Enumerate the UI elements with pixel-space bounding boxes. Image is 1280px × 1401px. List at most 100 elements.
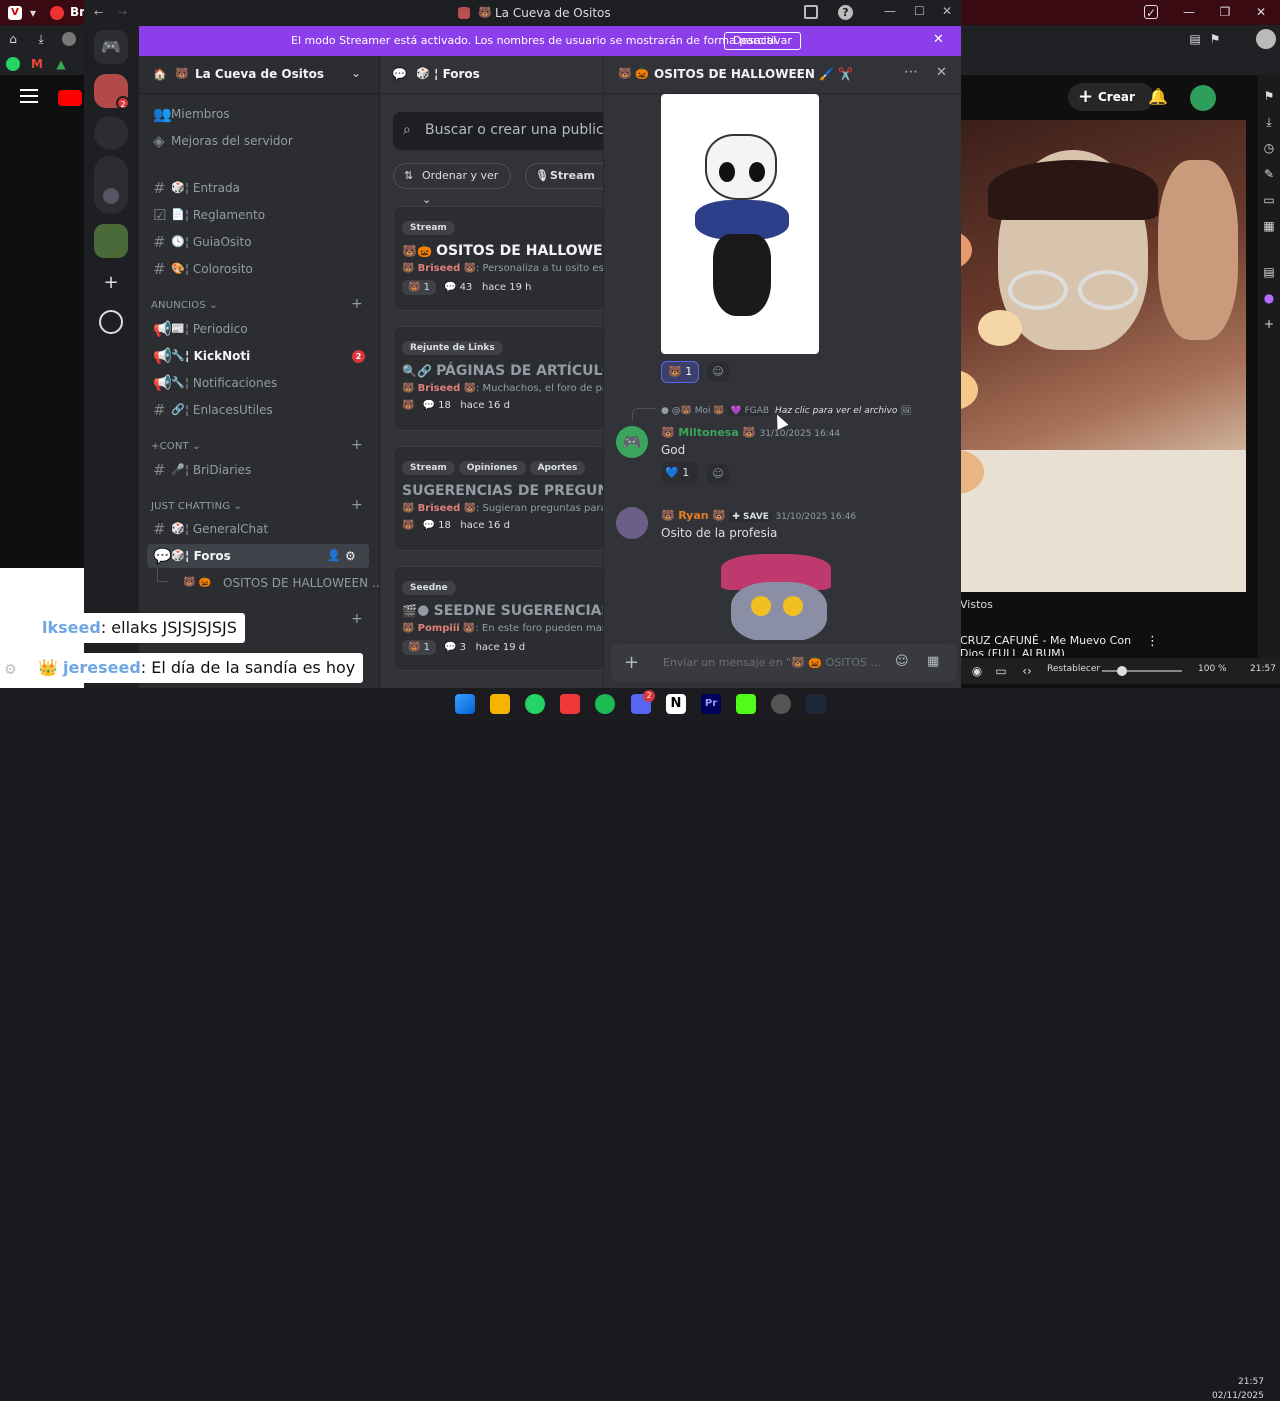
- explore-icon[interactable]: [99, 310, 123, 334]
- steam-icon[interactable]: [806, 694, 826, 714]
- server-icon[interactable]: [94, 116, 128, 150]
- server-icon[interactable]: [103, 188, 119, 204]
- discord-home-icon[interactable]: 🎮: [94, 30, 128, 64]
- maximize-icon[interactable]: ☐: [914, 4, 925, 18]
- category-cont[interactable]: +CONT ⌄: [151, 441, 201, 452]
- extension-icon[interactable]: [62, 32, 76, 46]
- close-banner-icon[interactable]: ✕: [933, 32, 944, 47]
- code-icon[interactable]: ‹›: [1020, 664, 1034, 678]
- zoom-slider[interactable]: [1102, 666, 1182, 676]
- sort-button[interactable]: ⇅ Ordenar y ver ⌄: [393, 163, 511, 206]
- add-channel-icon[interactable]: +: [351, 497, 363, 513]
- forum-post[interactable]: Seedne 🎬🌑 SEEDNE SUGERENCIAS 🐻 Pompiii 🐻…: [393, 566, 605, 671]
- server-header[interactable]: 🏠 🐻 La Cueva de Ositos ⌄: [139, 56, 379, 94]
- more-options-icon[interactable]: ⋮: [1146, 634, 1159, 649]
- add-channel-icon[interactable]: +: [351, 296, 363, 312]
- boosts-item[interactable]: ◈ Mejoras del servidor: [147, 129, 369, 153]
- spotify-icon[interactable]: [595, 694, 615, 714]
- forum-search[interactable]: ⌕ Buscar o crear una publicación: [393, 112, 605, 150]
- reaction-pill[interactable]: 🐻 1: [661, 361, 699, 383]
- forum-post[interactable]: Rejunte de Links 🔍🔗 PÁGINAS DE ARTÍCULOS…: [393, 326, 605, 431]
- channel-guiaosito[interactable]: # 🕓 ¦ GuiaOsito: [147, 230, 369, 254]
- create-button[interactable]: + Crear: [1068, 83, 1154, 111]
- zoom-slider-handle[interactable]: [1117, 666, 1127, 676]
- window-icon[interactable]: ▭: [1262, 193, 1276, 207]
- channel-generalchat[interactable]: # 🎲 ¦ GeneralChat: [147, 517, 369, 541]
- profile-avatar[interactable]: [1256, 29, 1276, 49]
- bookmark-panel-icon[interactable]: ⚑: [1262, 89, 1276, 103]
- channel-notificaciones[interactable]: 📢 🔧 ¦ Notificaciones: [147, 371, 369, 395]
- history-icon[interactable]: ◷: [1262, 141, 1276, 155]
- add-channel-icon[interactable]: +: [351, 437, 363, 453]
- add-reaction-icon[interactable]: ☺: [707, 362, 729, 382]
- add-server-icon[interactable]: +: [94, 272, 128, 294]
- emoji-icon[interactable]: ☺: [895, 654, 909, 669]
- user-avatar[interactable]: 🎮: [616, 426, 648, 458]
- category-just-chatting[interactable]: JUST CHATTING ⌄: [151, 501, 242, 512]
- tile-icon[interactable]: ▭: [994, 664, 1008, 678]
- chevron-down-icon[interactable]: ▾: [26, 6, 40, 20]
- gmail-icon[interactable]: M: [30, 57, 44, 71]
- add-panel-icon[interactable]: +: [1262, 317, 1276, 331]
- kick-icon[interactable]: [736, 694, 756, 714]
- download-icon[interactable]: ⤓: [34, 32, 48, 46]
- youtube-logo-icon[interactable]: [58, 90, 82, 106]
- minimize-icon[interactable]: —: [1182, 5, 1196, 19]
- close-thread-icon[interactable]: ✕: [936, 65, 947, 80]
- add-reaction-icon[interactable]: ☺: [707, 464, 729, 484]
- reader-panel-icon[interactable]: ▤: [1262, 265, 1276, 279]
- sticker-image[interactable]: [701, 544, 851, 640]
- user-avatar[interactable]: [616, 507, 648, 539]
- disable-streamer-button[interactable]: Desactivar: [724, 32, 801, 50]
- shield-check-icon[interactable]: ✓: [1144, 5, 1158, 20]
- channel-bridiaries[interactable]: # 🎤 ¦ BriDiaries: [147, 458, 369, 482]
- thread-item[interactable]: 🐻 🎃 OSITOS DE HALLOWEEN ...: [147, 571, 383, 595]
- channel-periodico[interactable]: 📢 📰 ¦ Periodico: [147, 317, 369, 341]
- maximize-icon[interactable]: ❐: [1218, 5, 1232, 19]
- file-explorer-icon[interactable]: [490, 694, 510, 714]
- filter-tag-stream[interactable]: 🎙 Stream: [525, 163, 607, 189]
- notion-icon[interactable]: N: [666, 694, 686, 714]
- add-attachment-icon[interactable]: +: [624, 652, 639, 673]
- server-folder[interactable]: [94, 156, 128, 214]
- help-icon[interactable]: ?: [838, 5, 853, 20]
- message-composer[interactable]: + Enviar un mensaje en "🐻 🎃 OSITOS ... ☺…: [611, 644, 957, 682]
- vivaldi-icon[interactable]: V: [8, 6, 22, 20]
- reader-icon[interactable]: ▤: [1188, 32, 1202, 46]
- whatsapp-icon[interactable]: [525, 694, 545, 714]
- channel-kicknoti[interactable]: 📢 🔧 ¦ KickNoti 2: [147, 344, 369, 368]
- gear-icon[interactable]: ⚙: [345, 544, 356, 568]
- channel-colorosito[interactable]: # 🎨 ¦ Colorosito: [147, 257, 369, 281]
- close-icon[interactable]: ✕: [1254, 5, 1268, 19]
- forum-post[interactable]: Stream Opiniones Aportes SUGERENCIAS DE PR…: [393, 446, 605, 551]
- whatsapp-icon[interactable]: [6, 57, 20, 71]
- camera-icon[interactable]: ◉: [970, 664, 984, 678]
- server-folder-2[interactable]: [94, 224, 128, 258]
- forum-post[interactable]: Stream 🐻🎃 OSITOS DE HALLOWEEN 🐻 Briseed …: [393, 206, 605, 311]
- channel-entrada[interactable]: # 🎲 ¦ Entrada: [147, 176, 369, 200]
- chevron-down-icon[interactable]: ⌄: [351, 66, 361, 80]
- channel-reglamento[interactable]: ☑ 📄 ¦ Reglamento: [147, 203, 369, 227]
- menu-icon[interactable]: [20, 89, 38, 103]
- close-icon[interactable]: ✕: [942, 4, 952, 18]
- server-icon-cueva[interactable]: 2: [94, 74, 130, 110]
- home-icon[interactable]: ⌂: [6, 32, 20, 46]
- back-icon[interactable]: ←: [94, 6, 103, 19]
- discord-icon[interactable]: 2: [631, 690, 655, 714]
- obs-icon[interactable]: [771, 694, 791, 714]
- more-icon[interactable]: ⋯: [904, 64, 918, 80]
- extension-panel-icon[interactable]: ●: [1262, 291, 1276, 305]
- bookmark-icon[interactable]: ⚑: [1208, 32, 1222, 46]
- forward-icon[interactable]: →: [118, 6, 127, 19]
- reset-zoom[interactable]: Restablecer: [1047, 664, 1100, 674]
- download-panel-icon[interactable]: ⤓: [1262, 115, 1276, 129]
- add-channel-icon[interactable]: +: [351, 611, 363, 627]
- channel-foros[interactable]: 💬 🎲 ¦ Foros 👤 ⚙: [147, 544, 369, 568]
- windows-start-icon[interactable]: [455, 694, 475, 714]
- vivaldi-icon[interactable]: [560, 694, 580, 714]
- drive-icon[interactable]: ▲: [54, 57, 68, 71]
- bell-icon[interactable]: 🔔: [1148, 87, 1168, 106]
- calendar-icon[interactable]: ▦: [1262, 219, 1276, 233]
- minimize-icon[interactable]: —: [884, 4, 896, 18]
- notes-icon[interactable]: ✎: [1262, 167, 1276, 181]
